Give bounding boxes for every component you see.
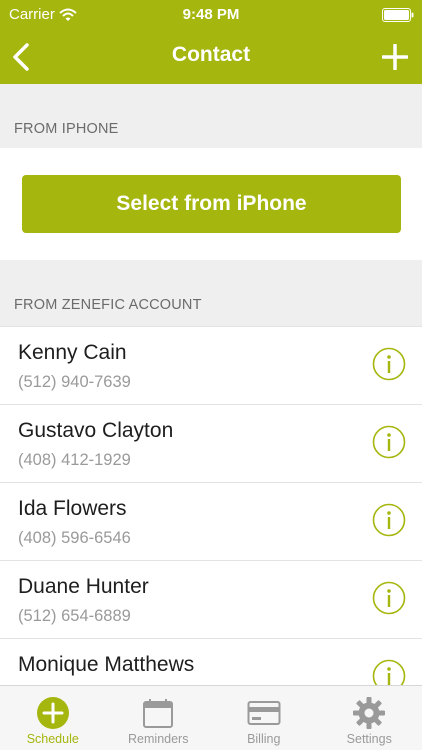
section-header-account: FROM ZENEFIC ACCOUNT: [0, 260, 422, 326]
info-icon[interactable]: [372, 581, 406, 615]
gear-icon: [353, 697, 386, 729]
tab-label: Schedule: [26, 732, 79, 746]
contact-row[interactable]: Duane Hunter (512) 654-6889: [0, 560, 422, 638]
info-icon[interactable]: [372, 503, 406, 537]
contact-name: Duane Hunter: [18, 575, 149, 598]
contact-name: Kenny Cain: [18, 341, 127, 364]
nav-bar: Contact: [0, 30, 422, 84]
section-header-label: FROM IPHONE: [14, 121, 119, 137]
page-title: Contact: [171, 43, 251, 66]
info-icon[interactable]: [372, 425, 406, 459]
status-time: 9:48 PM: [182, 6, 240, 23]
contact-phone: (512) 940-7639: [18, 373, 131, 391]
iphone-import-panel: Select from iPhone: [0, 148, 422, 260]
contact-name: Monique Matthews: [18, 653, 195, 676]
app-header: Carrier 9:48 PM Contact: [0, 0, 422, 84]
battery-icon: [382, 8, 414, 22]
section-header-label: FROM ZENEFIC ACCOUNT: [14, 297, 202, 313]
plus-icon[interactable]: [382, 44, 408, 70]
credit-card-icon: [247, 701, 281, 725]
tab-label: Billing: [247, 732, 281, 746]
contact-row[interactable]: Gustavo Clayton (408) 412-1929: [0, 404, 422, 482]
plus-circle-icon: [36, 697, 69, 729]
select-from-iphone-button[interactable]: Select from iPhone: [22, 175, 401, 233]
tab-bar: Schedule Reminders Billing Settings: [0, 685, 422, 750]
contact-row[interactable]: Kenny Cain (512) 940-7639: [0, 326, 422, 404]
tab-settings[interactable]: Settings: [317, 686, 422, 750]
contact-phone: (512) 654-6889: [18, 607, 131, 625]
calendar-icon: [143, 699, 174, 728]
section-header-iphone: FROM IPHONE: [0, 84, 422, 148]
status-bar: Carrier 9:48 PM: [0, 0, 422, 30]
tab-billing[interactable]: Billing: [211, 686, 317, 750]
tab-label: Settings: [346, 732, 392, 746]
tab-schedule[interactable]: Schedule: [0, 686, 106, 750]
info-icon[interactable]: [372, 347, 406, 381]
tab-reminders[interactable]: Reminders: [106, 686, 212, 750]
contact-list: Kenny Cain (512) 940-7639 Gustavo Clayto…: [0, 326, 422, 716]
tab-label: Reminders: [128, 732, 189, 746]
contact-phone: (408) 596-6546: [18, 529, 131, 547]
contact-name: Gustavo Clayton: [18, 419, 174, 442]
contact-row[interactable]: Ida Flowers (408) 596-6546: [0, 482, 422, 560]
contact-phone: (408) 412-1929: [18, 451, 131, 469]
contact-name: Ida Flowers: [18, 497, 127, 520]
